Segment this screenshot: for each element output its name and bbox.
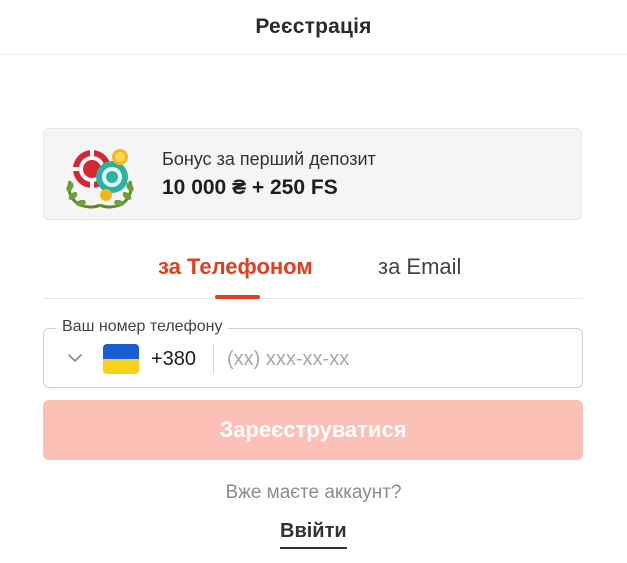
bonus-subtitle: Бонус за перший депозит (162, 149, 376, 169)
register-button[interactable]: Зареєструватися (43, 400, 583, 460)
page-title: Реєстрація (255, 15, 372, 38)
phone-field: Ваш номер телефону +380 (43, 318, 583, 388)
bonus-card: Бонус за перший депозит 10 000 ₴ + 250 F… (43, 128, 582, 220)
registration-method-tabs: за Телефоном за Email (43, 240, 583, 299)
active-tab-indicator (215, 295, 260, 299)
phone-input[interactable] (227, 341, 567, 377)
bonus-amount: 10 000 ₴ + 250 FS (162, 176, 338, 199)
casino-chips-laurel-icon (66, 149, 134, 209)
ukraine-flag-icon[interactable] (103, 344, 139, 374)
have-account-prompt: Вже маєте аккаунт? (225, 482, 402, 503)
chevron-down-icon[interactable] (66, 349, 84, 367)
tab-email[interactable]: за Email (378, 254, 461, 280)
phone-field-label: Ваш номер телефону (56, 318, 229, 336)
login-link[interactable]: Ввійти (280, 520, 347, 549)
country-dial-code: +380 (151, 348, 197, 370)
tab-phone[interactable]: за Телефоном (158, 254, 313, 280)
header: Реєстрація (0, 0, 627, 55)
field-divider (213, 344, 214, 374)
